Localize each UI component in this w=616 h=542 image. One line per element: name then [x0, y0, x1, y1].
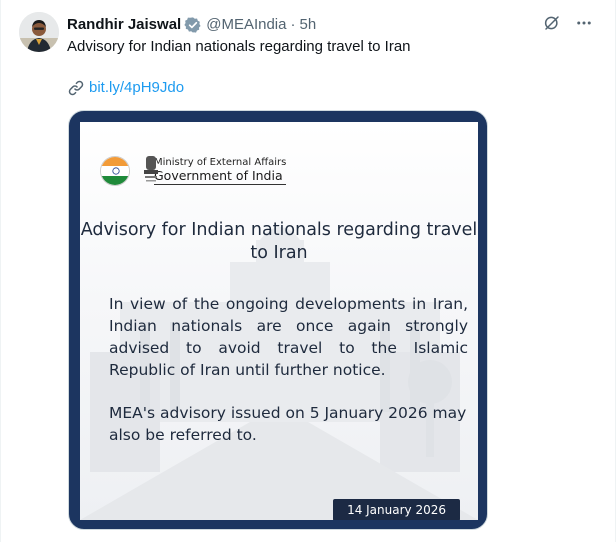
link-url[interactable]: bit.ly/4pH9Jdo [89, 78, 184, 98]
author-handle[interactable]: @MEAIndia [206, 15, 286, 35]
date-badge: 14 January 2026 [333, 499, 460, 520]
ministry-text: Ministry of External Affairs Government … [154, 157, 287, 185]
national-emblem-icon [144, 156, 158, 182]
separator-dot: · [290, 16, 296, 33]
tweet[interactable]: Randhir Jaiswal @MEAIndia · 5h Advisory [0, 0, 616, 542]
more-icon[interactable] [575, 14, 593, 32]
advisory-card: Ministry of External Affairs Government … [80, 122, 478, 520]
government-name: Government of India [154, 169, 287, 185]
tweet-text: Advisory for Indian nationals regarding … [67, 38, 411, 55]
advisory-body: In view of the ongoing developments in I… [109, 295, 468, 379]
india-flag-icon [100, 156, 130, 186]
avatar[interactable] [19, 12, 59, 52]
avatar-image [19, 12, 59, 52]
tweet-tools [543, 14, 593, 32]
link-icon [67, 79, 85, 97]
verified-badge-icon [184, 16, 202, 34]
tweet-time[interactable]: 5h [299, 15, 316, 35]
tweet-header: Randhir Jaiswal @MEAIndia · 5h [67, 15, 316, 35]
advisory-note: MEA's advisory issued on 5 January 2026 … [109, 404, 467, 444]
advisory-title: Advisory for Indian nationals regarding … [80, 220, 478, 263]
tweet-media-image[interactable]: Ministry of External Affairs Government … [68, 110, 488, 530]
mea-logo: Ministry of External Affairs Government … [100, 156, 287, 186]
tweet-link[interactable]: bit.ly/4pH9Jdo [67, 78, 184, 98]
grok-icon[interactable] [543, 14, 561, 32]
author-name[interactable]: Randhir Jaiswal [67, 15, 181, 35]
